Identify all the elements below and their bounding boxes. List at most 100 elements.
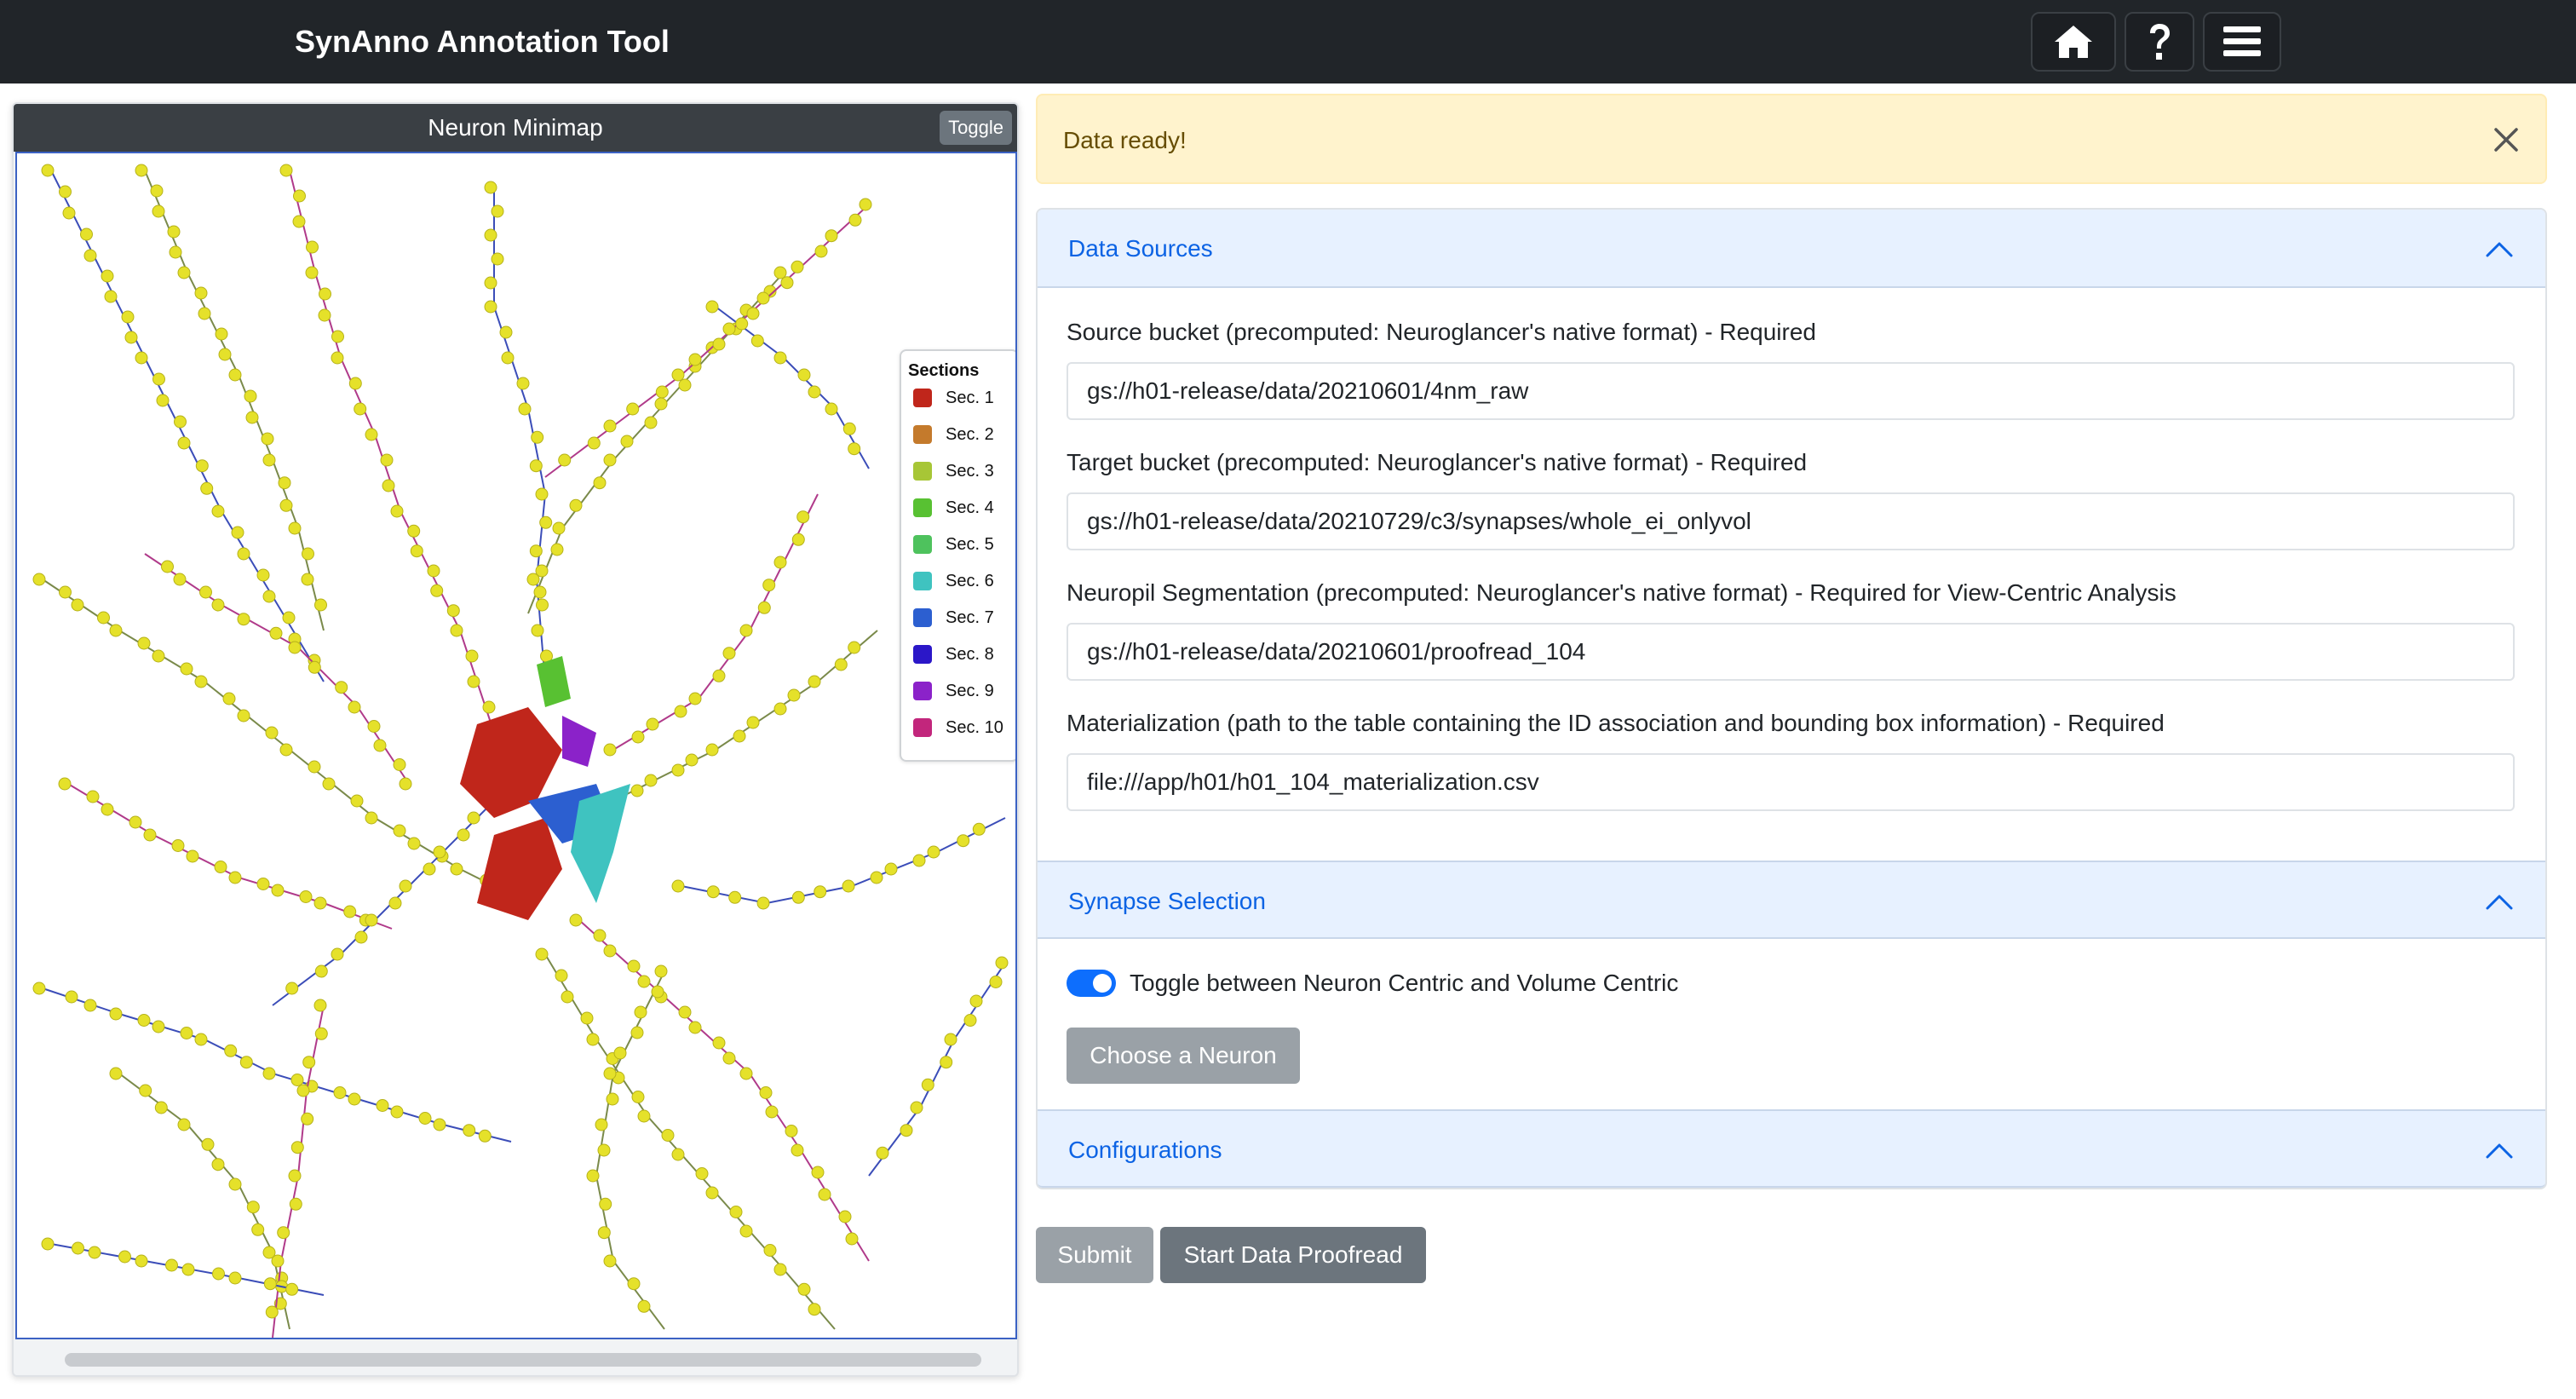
synapse-node <box>382 479 395 492</box>
synapse-node <box>773 702 787 716</box>
synapse-node <box>195 459 209 473</box>
neurite-branch <box>67 783 393 930</box>
synapse-node <box>603 944 617 958</box>
legend-item: Sec. 3 <box>913 458 994 484</box>
legend-item: Sec. 4 <box>913 495 994 521</box>
synapse-node <box>301 1112 314 1126</box>
soma-section <box>571 784 630 903</box>
neuron-volume-centric-switch[interactable] <box>1067 970 1116 997</box>
configurations-title: Configurations <box>1068 1137 1222 1163</box>
synapse-node <box>491 252 504 266</box>
accordion-header-synapse-selection[interactable]: Synapse Selection <box>1038 861 2545 939</box>
accordion-header-configurations[interactable]: Configurations <box>1038 1109 2545 1188</box>
synapse-node <box>137 636 151 650</box>
synapse-node <box>654 397 668 411</box>
choose-neuron-button[interactable]: Choose a Neuron <box>1067 1028 1300 1084</box>
synapse-node <box>365 428 378 441</box>
synapse-node <box>256 568 270 582</box>
legend-title: Sections <box>908 361 980 380</box>
neuropil-segmentation-input[interactable]: gs://h01-release/data/20210601/proofread… <box>1067 623 2515 681</box>
synapse-node <box>83 999 97 1012</box>
menu-button[interactable] <box>2203 12 2281 72</box>
target-bucket-input[interactable]: gs://h01-release/data/20210729/c3/synaps… <box>1067 492 2515 550</box>
menu-icon <box>2223 26 2261 56</box>
soma-section <box>477 818 562 920</box>
synapse-node <box>944 1033 957 1046</box>
synapse-node <box>750 334 764 348</box>
legend-item: Sec. 2 <box>913 422 994 447</box>
synapse-node <box>739 1224 753 1238</box>
synapse-node <box>367 720 381 733</box>
legend-label: Sec. 10 <box>946 717 1003 737</box>
synapse-node <box>756 896 770 910</box>
synapse-node <box>597 1226 611 1240</box>
synapse-node <box>201 1137 215 1151</box>
synapse-node <box>685 753 699 767</box>
synapse-node <box>580 1011 594 1025</box>
synapse-node <box>603 453 617 467</box>
synapse-node <box>313 896 327 910</box>
synapse-node <box>228 871 242 884</box>
synapse-node <box>211 1158 225 1172</box>
synapse-node <box>265 1305 279 1319</box>
synapse-node <box>109 1067 123 1080</box>
synapse-node <box>467 811 480 825</box>
accordion-header-data-sources[interactable]: Data Sources <box>1038 210 2545 288</box>
synapse-node <box>644 774 658 787</box>
neurite-branch <box>612 493 819 751</box>
home-button[interactable] <box>2031 12 2116 72</box>
synapse-node <box>603 1254 617 1268</box>
synapse-node <box>597 1143 611 1157</box>
neurite-branch <box>578 919 870 1262</box>
synapse-node <box>194 675 208 688</box>
start-proofread-button[interactable]: Start Data Proofread <box>1160 1227 1426 1283</box>
submit-button[interactable]: Submit <box>1036 1227 1153 1283</box>
minimap-scrollbar[interactable] <box>65 1353 981 1367</box>
synapse-node <box>733 729 746 743</box>
synapse-node <box>705 300 719 314</box>
synapse-node <box>688 692 702 705</box>
synapse-node <box>333 1086 347 1099</box>
synapse-node <box>531 624 544 637</box>
synapse-node <box>467 675 480 688</box>
synapse-node <box>365 913 378 927</box>
synapse-node <box>587 436 601 450</box>
synapse-node <box>450 862 463 876</box>
synapse-node <box>842 879 855 893</box>
source-bucket-input[interactable]: gs://h01-release/data/20210601/4nm_raw <box>1067 362 2515 420</box>
data-sources-title: Data Sources <box>1068 235 1213 262</box>
synapse-node <box>348 377 362 390</box>
synapse-node <box>121 310 135 324</box>
synapse-node <box>529 459 543 473</box>
synapse-node <box>161 560 174 573</box>
synapse-node <box>746 716 760 729</box>
legend-label: Sec. 1 <box>946 388 994 407</box>
synapse-node <box>463 1124 476 1137</box>
switch-knob <box>1093 974 1112 993</box>
synapse-node <box>279 743 293 757</box>
synapse-node <box>569 498 583 512</box>
neuron-visualization <box>32 164 1009 1338</box>
synapse-node <box>634 1005 647 1019</box>
minimap-canvas[interactable]: Sections Sec. 1 Sec. 2 Sec. 3 Sec. 4 Sec. 5 S… <box>15 152 1017 1339</box>
neurite-branch <box>50 170 325 682</box>
synapse-node <box>963 1014 977 1027</box>
minimap-toggle-button[interactable]: Toggle <box>940 111 1012 145</box>
synapse-node <box>256 878 270 890</box>
source-bucket-label: Source bucket (precomputed: Neuroglancer… <box>1067 319 1816 345</box>
help-button[interactable] <box>2125 12 2194 72</box>
synapse-node <box>289 1197 302 1211</box>
synapse-node <box>722 647 736 660</box>
synapse-node <box>399 879 412 893</box>
synapse-node <box>535 564 549 578</box>
synapse-node <box>302 1056 316 1069</box>
synapse-node <box>262 1067 276 1080</box>
synapse-node <box>644 416 658 429</box>
synapse-node <box>921 1078 934 1091</box>
synapse-node <box>516 377 530 390</box>
neurite-branch <box>118 1073 290 1330</box>
synapse-node <box>285 982 299 995</box>
materialization-input[interactable]: file:///app/h01/h01_104_materialization.… <box>1067 753 2515 811</box>
close-icon[interactable] <box>2487 121 2525 158</box>
synapse-node <box>705 1186 719 1200</box>
